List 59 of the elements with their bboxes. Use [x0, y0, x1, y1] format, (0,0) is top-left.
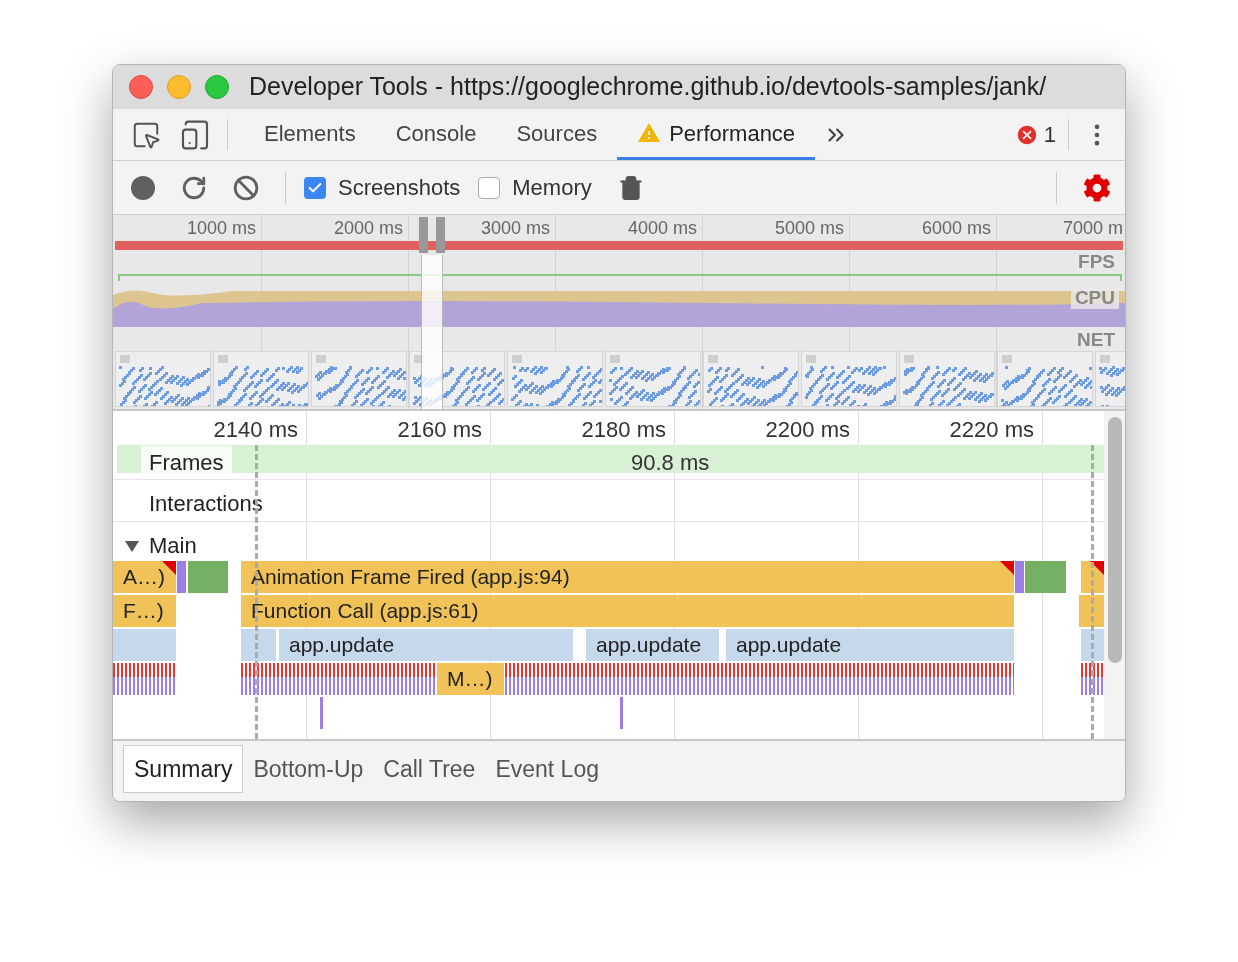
drawer-tab[interactable]: Bottom-Up	[243, 745, 374, 793]
flame-block[interactable]: A…)	[113, 561, 176, 593]
window-title: Developer Tools - https://googlechrome.github.io/devtools-samples/jank/	[249, 71, 1047, 103]
device-toolbar-icon[interactable]	[179, 118, 211, 151]
scrollbar-thumb[interactable]	[1107, 417, 1122, 663]
panel-tab[interactable]: Sources	[496, 109, 618, 160]
close-window-button[interactable]	[129, 75, 153, 99]
overview-ruler-label: 4000 ms	[627, 217, 697, 239]
time-ruler-label: 2140 ms	[212, 416, 299, 444]
time-ruler-label: 2220 ms	[948, 416, 1035, 444]
selection-handle[interactable]	[419, 217, 428, 253]
overview-ruler-label: 3000 ms	[480, 217, 550, 239]
overview-ruler-label: 1000 ms	[186, 217, 256, 239]
error-icon	[1015, 123, 1038, 146]
drawer-tab[interactable]: Call Tree	[373, 745, 486, 793]
settings-icon[interactable]	[1083, 173, 1111, 202]
trash-icon[interactable]	[617, 174, 644, 201]
error-count[interactable]: 1	[1043, 118, 1056, 151]
checkbox-label: Memory	[512, 174, 592, 202]
flame-block[interactable]	[1079, 595, 1104, 627]
warning-corner-icon	[1090, 561, 1104, 575]
record-button[interactable]	[131, 175, 155, 200]
flame-block[interactable]: app.update	[726, 629, 1014, 661]
selection-window[interactable]	[421, 255, 443, 409]
frame-duration: 90.8 ms	[631, 449, 710, 477]
time-ruler-label: 2160 ms	[396, 416, 483, 444]
overview-ruler-label: 5000 ms	[774, 217, 844, 239]
event-stripes-drawing	[113, 663, 176, 695]
flame-block[interactable]: app.update	[279, 629, 573, 661]
time-ruler-label: 2180 ms	[580, 416, 667, 444]
event-stripes-drawing	[1081, 663, 1104, 695]
flame-block[interactable]: M…)	[437, 663, 504, 695]
minimize-window-button[interactable]	[167, 75, 191, 99]
flame-block[interactable]: Function Call (app.js:61)	[241, 595, 1014, 627]
panel-tab[interactable]: Elements	[244, 109, 376, 160]
frame-bar[interactable]	[117, 445, 1104, 473]
overview-ruler-label: 7000 m	[1063, 217, 1124, 239]
flame-block[interactable]: Animation Frame Fired (app.js:94)	[241, 561, 1014, 593]
flame-block[interactable]	[241, 629, 276, 661]
warning-corner-icon	[1000, 561, 1014, 575]
maximize-window-button[interactable]	[205, 75, 229, 99]
checkbox-label: Screenshots	[338, 174, 461, 202]
drawer-tab[interactable]: Event Log	[485, 745, 609, 793]
panel-tab[interactable]: Console	[375, 109, 497, 160]
flame-block[interactable]: F…)	[113, 595, 176, 627]
selection-handle[interactable]	[436, 217, 445, 253]
flame-block[interactable]: app.update	[586, 629, 719, 661]
overview-ruler-label: 2000 ms	[333, 217, 403, 239]
clear-icon[interactable]	[233, 174, 259, 201]
track-label: Main	[149, 532, 197, 560]
warning-corner-icon	[162, 561, 176, 575]
checkbox[interactable]	[478, 176, 501, 199]
drawer-tab[interactable]: Summary	[123, 745, 244, 793]
time-ruler-label: 2200 ms	[764, 416, 851, 444]
reload-icon[interactable]	[181, 174, 207, 201]
expand-triangle-icon[interactable]	[125, 538, 139, 553]
checkbox[interactable]	[304, 176, 326, 199]
overview-ruler-label: 6000 ms	[921, 217, 991, 239]
track-label: Interactions	[149, 490, 263, 518]
